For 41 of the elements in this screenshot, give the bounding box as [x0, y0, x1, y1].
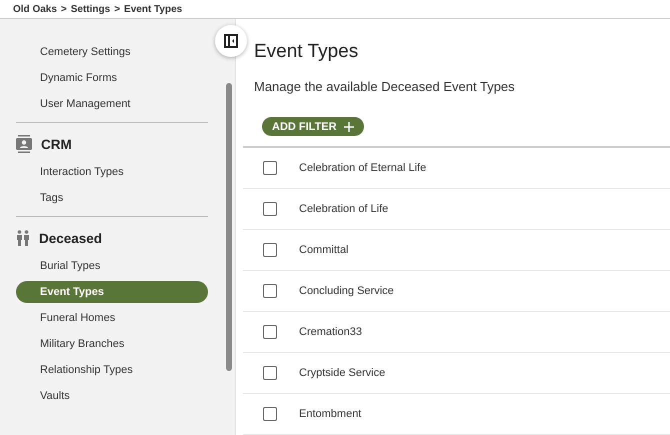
breadcrumb-separator: >: [60, 4, 67, 14]
table-cell: Cryptside Service: [299, 367, 386, 379]
page-description: Manage the available Deceased Event Types: [254, 79, 516, 94]
row-checkbox[interactable]: [263, 202, 277, 216]
sidebar-toggle-button[interactable]: [215, 25, 247, 57]
sidebar-item[interactable]: Dynamic Forms: [16, 67, 208, 89]
section-heading: CRM: [41, 136, 72, 152]
breadcrumb-link[interactable]: Settings: [70, 4, 110, 14]
row-checkbox[interactable]: [263, 284, 277, 298]
table-cell: Celebration of Eternal Life: [299, 162, 426, 174]
add-filter-button[interactable]: ADD FILTER: [262, 117, 364, 136]
page-title: Event Types: [254, 41, 360, 63]
sidebar-item[interactable]: Interaction Types: [16, 161, 208, 183]
sidebar-item[interactable]: Funeral Homes: [16, 307, 208, 329]
sidebar-item[interactable]: Cemetery Settings: [16, 41, 208, 63]
scrollbar[interactable]: [226, 83, 232, 371]
row-checkbox[interactable]: [263, 407, 277, 421]
breadcrumb-link[interactable]: Event Types: [124, 4, 182, 14]
contact-card-icon: [16, 135, 32, 153]
plus-icon: [344, 122, 354, 132]
breadcrumb-link[interactable]: Old Oaks: [13, 4, 57, 14]
row-checkbox[interactable]: [263, 366, 277, 380]
table-cell: Cremation33: [299, 326, 362, 338]
table-cell: Entombment: [299, 408, 362, 420]
row-checkbox[interactable]: [263, 325, 277, 339]
sidebar-item[interactable]: Military Branches: [16, 333, 208, 355]
sidebar-item[interactable]: Event Types: [16, 281, 208, 303]
sidebar-item[interactable]: User Management: [16, 93, 208, 115]
breadcrumb-separator: >: [114, 4, 120, 14]
table-cell: Committal: [299, 244, 349, 256]
row-checkbox[interactable]: [263, 161, 277, 175]
table-cell: Celebration of Life: [299, 203, 388, 215]
sidebar-item[interactable]: Vaults: [16, 385, 208, 407]
people-icon: [16, 230, 30, 246]
table-cell: Concluding Service: [299, 285, 394, 297]
section-heading: Deceased: [39, 230, 102, 246]
sidebar-item[interactable]: Burial Types: [16, 255, 208, 277]
sidebar-item[interactable]: Tags: [16, 187, 208, 209]
sidebar-item[interactable]: Relationship Types: [16, 359, 208, 381]
panel-collapse-icon: [224, 34, 238, 48]
row-checkbox[interactable]: [263, 243, 277, 257]
